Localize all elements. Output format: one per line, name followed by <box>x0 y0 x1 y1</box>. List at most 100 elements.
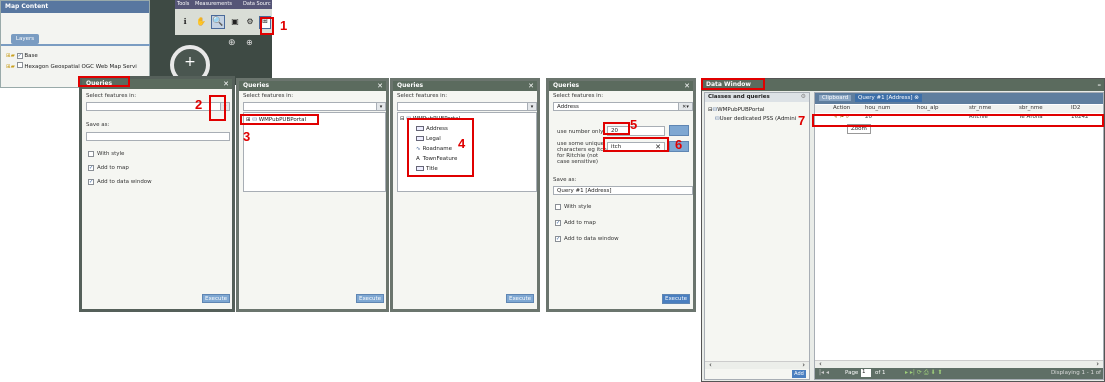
callout-box-data-window <box>701 78 765 90</box>
execute-button[interactable]: Execute <box>202 294 230 303</box>
select-tool-icon[interactable]: ▣ <box>229 17 241 29</box>
column-header[interactable]: sbr_nme <box>1019 105 1043 111</box>
chevron-down-icon[interactable]: ▾ <box>527 103 536 110</box>
map-content-panel: Map Content Layers ⊞▰ ✓ Base ⊞▰ Hexagon … <box>0 0 151 88</box>
map-content-title: Map Content <box>1 1 149 13</box>
callout-7: 7 <box>798 113 806 128</box>
folder-icon: ⊞▰ <box>6 53 15 59</box>
scroll-right-icon: › <box>1096 360 1099 368</box>
close-icon: ⊗ <box>914 95 919 101</box>
save-as-label: Save as: <box>553 177 577 183</box>
callout-3: 3 <box>243 129 251 144</box>
settings-icon[interactable]: ⚙ <box>801 93 806 100</box>
close-icon[interactable]: ✕ <box>528 81 534 91</box>
classes-header: Classes and queries ⚙ <box>705 93 809 102</box>
queries-title: Queries ✕ <box>549 81 693 91</box>
execute-button[interactable]: Execute <box>356 294 384 303</box>
layers-tab[interactable]: Layers <box>11 34 39 44</box>
page-input[interactable]: 1 <box>861 369 871 377</box>
layer-item-hexagon[interactable]: ⊞▰ Hexagon Geospatial OGC Web Map Servi <box>6 62 137 70</box>
add-to-data-window-checkbox[interactable]: ✓ <box>88 179 94 185</box>
column-header[interactable]: hou_num <box>865 105 890 111</box>
callout-6: 6 <box>675 137 683 152</box>
callout-box-3 <box>240 114 319 125</box>
callout-4: 4 <box>458 136 466 151</box>
close-icon[interactable]: ✕ <box>377 81 383 91</box>
hand-tool-icon[interactable]: ✋ <box>195 17 207 29</box>
house-number-button[interactable] <box>669 125 689 136</box>
toolbar-buttons: ℹ ✋ 🔍 ▣ ⚙ ⊞ <box>175 9 272 35</box>
select-features-label: Select features in: <box>553 93 604 99</box>
add-to-data-window-label: Add to data window <box>564 236 619 242</box>
with-style-label: With style <box>564 204 592 210</box>
close-icon[interactable]: ✕ <box>684 81 690 91</box>
add-to-map-checkbox[interactable]: ✓ <box>555 220 561 226</box>
settings-tool-icon[interactable]: ⚙ <box>244 17 256 29</box>
callout-box-2 <box>209 95 226 121</box>
info-tool-icon[interactable]: ℹ <box>179 17 191 29</box>
add-button[interactable]: Add <box>792 370 806 378</box>
pagination-bar: |◂ ◂ Page 1 of 1 ▸ ▸| ⟳ ⎙ ⬇ ⬆ Displaying… <box>815 368 1103 379</box>
map-area[interactable]: Tools Measurements Data Sourc ℹ ✋ 🔍 ▣ ⚙ … <box>150 0 272 85</box>
layer-checkbox[interactable] <box>16 62 23 68</box>
add-to-map-checkbox[interactable]: ✓ <box>88 165 94 171</box>
column-header[interactable]: hou_alp <box>917 105 938 111</box>
tree-item-wmpubportal[interactable]: ⊟⛁WMPubPUBPortal <box>708 107 765 113</box>
export-icons[interactable]: ▸ ▸| ⟳ ⎙ ⬇ ⬆ <box>905 369 942 377</box>
tab-measurements[interactable]: Measurements <box>195 1 232 7</box>
save-as-input[interactable]: Query #1 [Address] <box>553 186 693 195</box>
callout-box-1 <box>260 17 274 35</box>
queries-window-4: Queries ✕ Select features in: Address ✕▾ … <box>546 78 696 312</box>
callout-box-5 <box>603 122 630 135</box>
with-style-checkbox[interactable] <box>88 151 94 157</box>
tree-item-user-dedicated[interactable]: ⛁User dedicated PSS (Admini <box>715 116 796 122</box>
select-features-dropdown[interactable]: Address ✕▾ <box>553 102 693 111</box>
globe-icon[interactable]: ⊕ <box>228 38 236 48</box>
tab-data-sources[interactable]: Data Sourc <box>243 1 271 7</box>
layer-checkbox[interactable]: ✓ <box>16 53 23 59</box>
tab-query-address[interactable]: Query #1 [Address] ⊗ <box>855 94 922 102</box>
first-page-icon[interactable]: |◂ ◂ <box>819 369 829 376</box>
column-header[interactable]: ID2 <box>1071 105 1080 111</box>
table-header: Action hou_num hou_alp str_nme sbr_nme I… <box>815 105 1103 113</box>
tab-tools[interactable]: Tools <box>177 1 189 7</box>
close-icon[interactable]: ✕ <box>223 79 229 89</box>
zoom-tool-icon[interactable]: 🔍 <box>211 15 225 29</box>
select-features-label: Select features in: <box>397 93 448 99</box>
tab-clipboard[interactable]: Clipboard <box>819 95 852 101</box>
page-label: Page <box>845 370 859 376</box>
zoom-in-icon[interactable]: ⊕ <box>246 38 253 47</box>
callout-box-6 <box>603 137 669 152</box>
add-to-map-label: Add to map <box>97 165 129 171</box>
layer-item-base[interactable]: ⊞▰ ✓ Base <box>6 53 38 59</box>
select-features-label: Select features in: <box>243 93 294 99</box>
with-style-label: With style <box>97 151 125 157</box>
column-header[interactable]: Action <box>833 105 850 111</box>
collapse-icon[interactable]: ⊟ <box>400 116 405 122</box>
with-style-checkbox[interactable] <box>555 204 561 210</box>
add-to-map-label: Add to map <box>564 220 596 226</box>
left-scrollbar[interactable]: ‹ › <box>705 361 809 369</box>
queries-window-3: Queries ✕ Select features in: ▾ ⊟ ⛁ WMPub… <box>390 78 540 312</box>
select-features-dropdown[interactable]: ▾ <box>243 102 386 111</box>
column-header[interactable]: str_nme <box>969 105 991 111</box>
execute-button[interactable]: Execute <box>662 294 690 304</box>
bottom-scrollbar[interactable]: ‹ › <box>815 360 1103 368</box>
displaying-text: Displaying 1 - 1 of <box>1050 370 1101 376</box>
execute-button[interactable]: Execute <box>506 294 534 303</box>
queries-title: Queries ✕ <box>239 81 386 91</box>
classes-pane: Classes and queries ⚙ ⊟⛁WMPubPUBPortal ⛁… <box>704 92 810 380</box>
page-of: of 1 <box>875 370 886 376</box>
callout-box-7 <box>812 114 1104 127</box>
add-to-data-window-checkbox[interactable]: ✓ <box>555 236 561 242</box>
chevron-down-icon[interactable]: ▾ <box>376 103 385 110</box>
add-to-data-window-label: Add to data window <box>97 179 152 185</box>
callout-2: 2 <box>195 97 203 112</box>
scroll-left-icon: ‹ <box>709 361 712 369</box>
select-features-dropdown[interactable]: ▾ <box>397 102 537 111</box>
save-as-label: Save as: <box>86 122 110 128</box>
results-pane: Clipboard Query #1 [Address] ⊗ Action ho… <box>814 92 1104 380</box>
minimize-icon[interactable]: – <box>1098 79 1102 91</box>
save-as-input[interactable] <box>86 132 230 141</box>
chevron-down-icon[interactable]: ✕▾ <box>678 103 692 110</box>
